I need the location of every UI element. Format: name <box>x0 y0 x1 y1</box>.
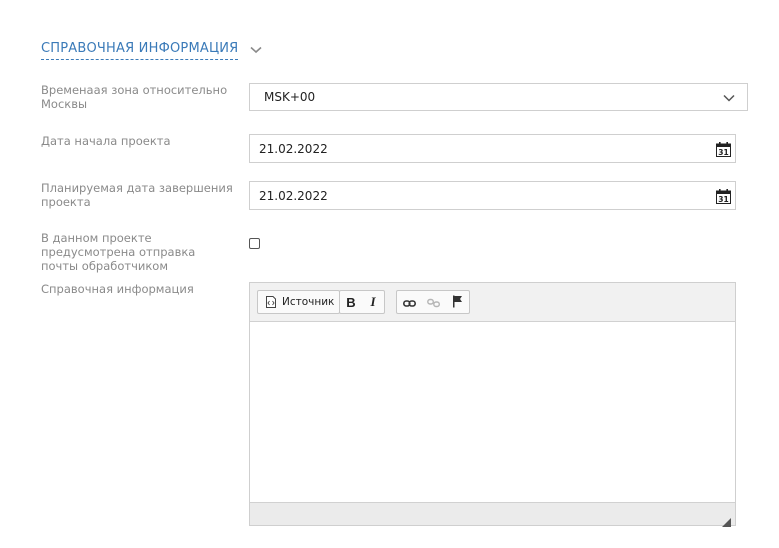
end-date-input[interactable]: 21.02.2022 31 <box>249 181 736 210</box>
resize-handle-icon[interactable] <box>722 512 731 527</box>
reference-info-form: СПРАВОЧНАЯ ИНФОРМАЦИЯ Временаая зона отн… <box>0 0 779 548</box>
toolbar-group-basic: B I <box>339 290 385 314</box>
info-label: Справочная информация <box>41 282 194 296</box>
source-button-label: Источник <box>282 296 335 308</box>
unlink-button[interactable] <box>421 291 445 313</box>
chevron-down-icon[interactable] <box>249 43 263 57</box>
timezone-label: Временаая зона относительно Москвы <box>41 83 228 111</box>
calendar-icon-text: 31 <box>718 195 728 204</box>
mail-sending-checkbox[interactable] <box>249 238 260 249</box>
editor-content-area[interactable] <box>250 322 735 502</box>
toolbar-group-document: Источник <box>257 290 341 314</box>
end-date-label: Планируемая дата завершения проекта <box>41 181 233 209</box>
editor-status-bar <box>250 502 735 527</box>
rich-text-editor: Источник B I <box>249 282 736 527</box>
source-button[interactable]: Источник <box>258 291 339 313</box>
chevron-down-icon <box>723 92 735 102</box>
start-date-value: 21.02.2022 <box>259 141 328 156</box>
link-icon <box>402 293 416 312</box>
mail-sending-label: В данном проекте предусмотрена отправка … <box>41 231 196 273</box>
start-date-label: Дата начала проекта <box>41 134 171 148</box>
timezone-value: MSK+00 <box>264 90 316 104</box>
editor-toolbar: Источник B I <box>250 283 735 322</box>
unlink-icon <box>426 293 440 312</box>
link-button[interactable] <box>397 291 421 313</box>
calendar-icon[interactable]: 31 <box>716 142 731 157</box>
end-date-value: 21.02.2022 <box>259 188 328 203</box>
italic-button[interactable]: I <box>364 291 382 313</box>
start-date-input[interactable]: 21.02.2022 31 <box>249 134 736 163</box>
anchor-flag-icon <box>452 293 463 312</box>
anchor-button[interactable] <box>445 291 469 313</box>
toolbar-group-links <box>396 290 470 314</box>
calendar-icon[interactable]: 31 <box>716 189 731 204</box>
section-title[interactable]: СПРАВОЧНАЯ ИНФОРМАЦИЯ <box>41 40 239 60</box>
bold-button[interactable]: B <box>342 291 360 313</box>
section-toggle[interactable]: СПРАВОЧНАЯ ИНФОРМАЦИЯ <box>41 40 263 60</box>
timezone-select[interactable]: MSK+00 <box>249 83 748 111</box>
calendar-icon-text: 31 <box>718 148 728 157</box>
source-icon <box>265 296 277 308</box>
